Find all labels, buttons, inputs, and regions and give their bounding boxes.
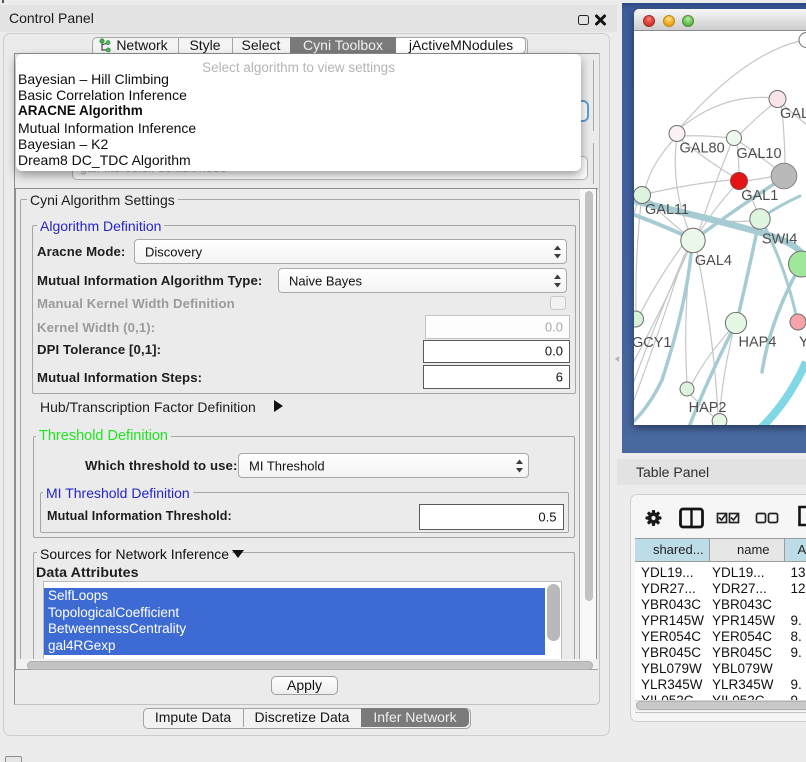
svg-text:SWI4: SWI4 — [762, 232, 797, 248]
svg-text:GCY1: GCY1 — [634, 335, 672, 351]
svg-text:GAL: GAL — [780, 106, 806, 122]
svg-text:GAL10: GAL10 — [736, 146, 781, 162]
svg-text:HAP2: HAP2 — [689, 400, 727, 416]
svg-text:Y: Y — [799, 335, 806, 351]
svg-text:GAL1: GAL1 — [741, 188, 778, 204]
svg-text:HAP4: HAP4 — [739, 335, 777, 351]
svg-text:GAL80: GAL80 — [680, 141, 725, 157]
svg-text:GAL11: GAL11 — [645, 202, 689, 218]
svg-text:GAL4: GAL4 — [695, 253, 732, 269]
